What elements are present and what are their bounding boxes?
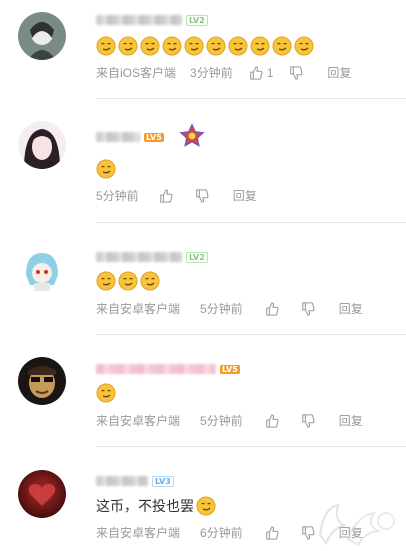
smirk-emoji-icon	[206, 36, 226, 56]
dislike-button[interactable]	[195, 188, 209, 203]
username-blurred[interactable]	[96, 476, 148, 486]
divider	[96, 98, 406, 99]
avatar[interactable]	[18, 357, 66, 405]
client-source: 来自安卓客户端	[96, 414, 181, 428]
smirk-emoji-icon	[162, 36, 182, 56]
smirk-emoji-icon	[96, 271, 116, 291]
like-button[interactable]: 1	[249, 65, 274, 80]
thumbs-up-icon	[159, 188, 173, 203]
username-row: LV5	[96, 362, 240, 376]
username-blurred[interactable]	[96, 15, 182, 25]
smirk-emoji-icon	[294, 36, 314, 56]
thumbs-down-icon	[301, 413, 315, 428]
dislike-button[interactable]	[301, 301, 315, 316]
like-count: 1	[266, 65, 274, 80]
timestamp: 3分钟前	[190, 66, 233, 80]
smirk-emoji-icon	[118, 36, 138, 56]
smirk-emoji-icon	[118, 271, 138, 291]
comment-content	[96, 159, 116, 179]
username-row: LV5	[96, 123, 206, 147]
comment-content: 这币，不投也罢	[96, 496, 216, 516]
comment-content	[96, 36, 314, 56]
comment-content	[96, 383, 116, 403]
comment-content	[96, 271, 160, 291]
thumbs-up-icon	[249, 65, 263, 80]
dislike-button[interactable]	[301, 525, 315, 540]
comment-meta: 来自安卓客户端 5分钟前 回复	[96, 300, 363, 317]
like-button[interactable]	[265, 525, 279, 540]
thumbs-down-icon	[301, 525, 315, 540]
username-row: LV2	[96, 250, 208, 264]
level-badge: LV5	[144, 132, 164, 142]
smirk-emoji-icon	[140, 271, 160, 291]
username-row: LV3	[96, 474, 174, 488]
watermark-logo	[318, 503, 395, 547]
smirk-emoji-icon	[96, 383, 116, 403]
smirk-emoji-icon	[250, 36, 270, 56]
avatar[interactable]	[18, 470, 66, 518]
comment-meta: 来自安卓客户端 5分钟前 回复	[96, 412, 363, 429]
divider	[96, 446, 406, 447]
reply-button[interactable]: 回复	[339, 412, 363, 429]
level-badge: LV2	[186, 251, 208, 263]
timestamp: 5分钟前	[200, 414, 243, 428]
timestamp: 6分钟前	[200, 526, 243, 540]
reply-button[interactable]: 回复	[339, 300, 363, 317]
dislike-button[interactable]	[289, 65, 303, 80]
client-source: 来自安卓客户端	[96, 526, 181, 540]
level-badge: LV3	[152, 475, 174, 487]
comment-text: 这币，不投也罢	[96, 498, 194, 514]
smirk-emoji-icon	[96, 159, 116, 179]
comment-meta: 来自iOS客户端 3分钟前 1 回复	[96, 64, 351, 81]
timestamp: 5分钟前	[200, 302, 243, 316]
username-blurred[interactable]	[96, 364, 216, 374]
comment-meta: 5分钟前 回复	[96, 187, 257, 204]
thumbs-up-icon	[265, 301, 279, 316]
smirk-emoji-icon	[96, 36, 116, 56]
level-badge: LV2	[186, 14, 208, 26]
thumbs-up-icon	[265, 525, 279, 540]
avatar[interactable]	[18, 12, 66, 60]
client-source: 来自iOS客户端	[96, 66, 177, 80]
smirk-emoji-icon	[140, 36, 160, 56]
star-medal-icon	[179, 123, 205, 147]
smirk-emoji-icon	[272, 36, 292, 56]
like-button[interactable]	[265, 413, 279, 428]
dislike-button[interactable]	[301, 413, 315, 428]
username-blurred[interactable]	[96, 252, 182, 262]
client-source: 来自安卓客户端	[96, 302, 181, 316]
divider	[96, 222, 406, 223]
like-button[interactable]	[159, 188, 173, 203]
divider	[96, 334, 406, 335]
username-row: LV2	[96, 13, 208, 27]
smirk-emoji-icon	[196, 496, 216, 516]
smirk-emoji-icon	[184, 36, 204, 56]
level-badge: LV5	[220, 364, 240, 374]
thumbs-down-icon	[290, 65, 303, 80]
reply-button[interactable]: 回复	[327, 64, 351, 81]
username-blurred[interactable]	[96, 132, 140, 142]
like-button[interactable]	[265, 301, 279, 316]
reply-button[interactable]: 回复	[233, 187, 257, 204]
avatar[interactable]	[18, 245, 66, 293]
thumbs-down-icon	[195, 188, 209, 203]
smirk-emoji-icon	[228, 36, 248, 56]
thumbs-up-icon	[265, 413, 279, 428]
avatar[interactable]	[18, 121, 66, 169]
timestamp: 5分钟前	[96, 189, 139, 203]
thumbs-down-icon	[301, 301, 315, 316]
